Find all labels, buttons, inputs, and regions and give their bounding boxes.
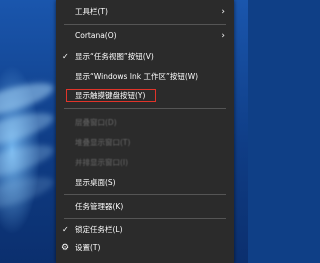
- menu-separator: [64, 108, 226, 109]
- menu-item-show-task-view[interactable]: ✓ 显示“任务视图”按钮(V): [56, 49, 234, 65]
- menu-item-task-manager[interactable]: 任务管理器(K): [56, 199, 234, 215]
- chevron-right-icon: ›: [221, 7, 225, 17]
- menu-item-show-desktop[interactable]: 显示桌面(S): [56, 175, 234, 191]
- menu-item-cascade-windows: 层叠窗口(D): [56, 115, 234, 131]
- menu-item-stack-windows: 堆叠显示窗口(T): [56, 135, 234, 151]
- menu-item-lock-taskbar[interactable]: ✓ 锁定任务栏(L): [56, 222, 234, 238]
- menu-item-label: 显示“任务视图”按钮(V): [75, 52, 154, 61]
- check-icon: ✓: [62, 52, 69, 61]
- menu-item-label: 设置(T): [75, 243, 101, 252]
- menu-item-label: 任务管理器(K): [75, 202, 124, 211]
- menu-separator: [64, 218, 226, 219]
- menu-separator: [64, 194, 226, 195]
- menu-item-show-windows-ink[interactable]: 显示“Windows Ink 工作区”按钮(W): [56, 69, 234, 85]
- gear-icon: ⚙: [61, 243, 70, 253]
- menu-item-label: 堆叠显示窗口(T): [75, 138, 131, 147]
- menu-item-label: Cortana(O): [75, 31, 117, 40]
- wallpaper-light-beam: [0, 170, 57, 216]
- highlight-box: [66, 89, 156, 102]
- menu-item-label: 层叠窗口(D): [75, 118, 117, 127]
- menu-item-label: 工具栏(T): [75, 7, 108, 16]
- menu-item-label: 并排显示窗口(I): [75, 158, 129, 167]
- menu-item-settings[interactable]: ⚙ 设置(T): [56, 240, 234, 256]
- menu-item-label: 显示“Windows Ink 工作区”按钮(W): [75, 72, 199, 81]
- menu-item-label: 锁定任务栏(L): [75, 225, 123, 234]
- menu-item-label: 显示桌面(S): [75, 178, 116, 187]
- check-icon: ✓: [62, 225, 69, 234]
- taskbar-context-menu: 工具栏(T) › Cortana(O) › ✓ 显示“任务视图”按钮(V) 显示…: [56, 0, 234, 263]
- menu-item-cortana[interactable]: Cortana(O) ›: [56, 28, 234, 44]
- menu-item-toolbars[interactable]: 工具栏(T) ›: [56, 4, 234, 20]
- menu-item-side-by-side-windows: 并排显示窗口(I): [56, 155, 234, 171]
- chevron-right-icon: ›: [221, 31, 225, 41]
- menu-separator: [64, 24, 226, 25]
